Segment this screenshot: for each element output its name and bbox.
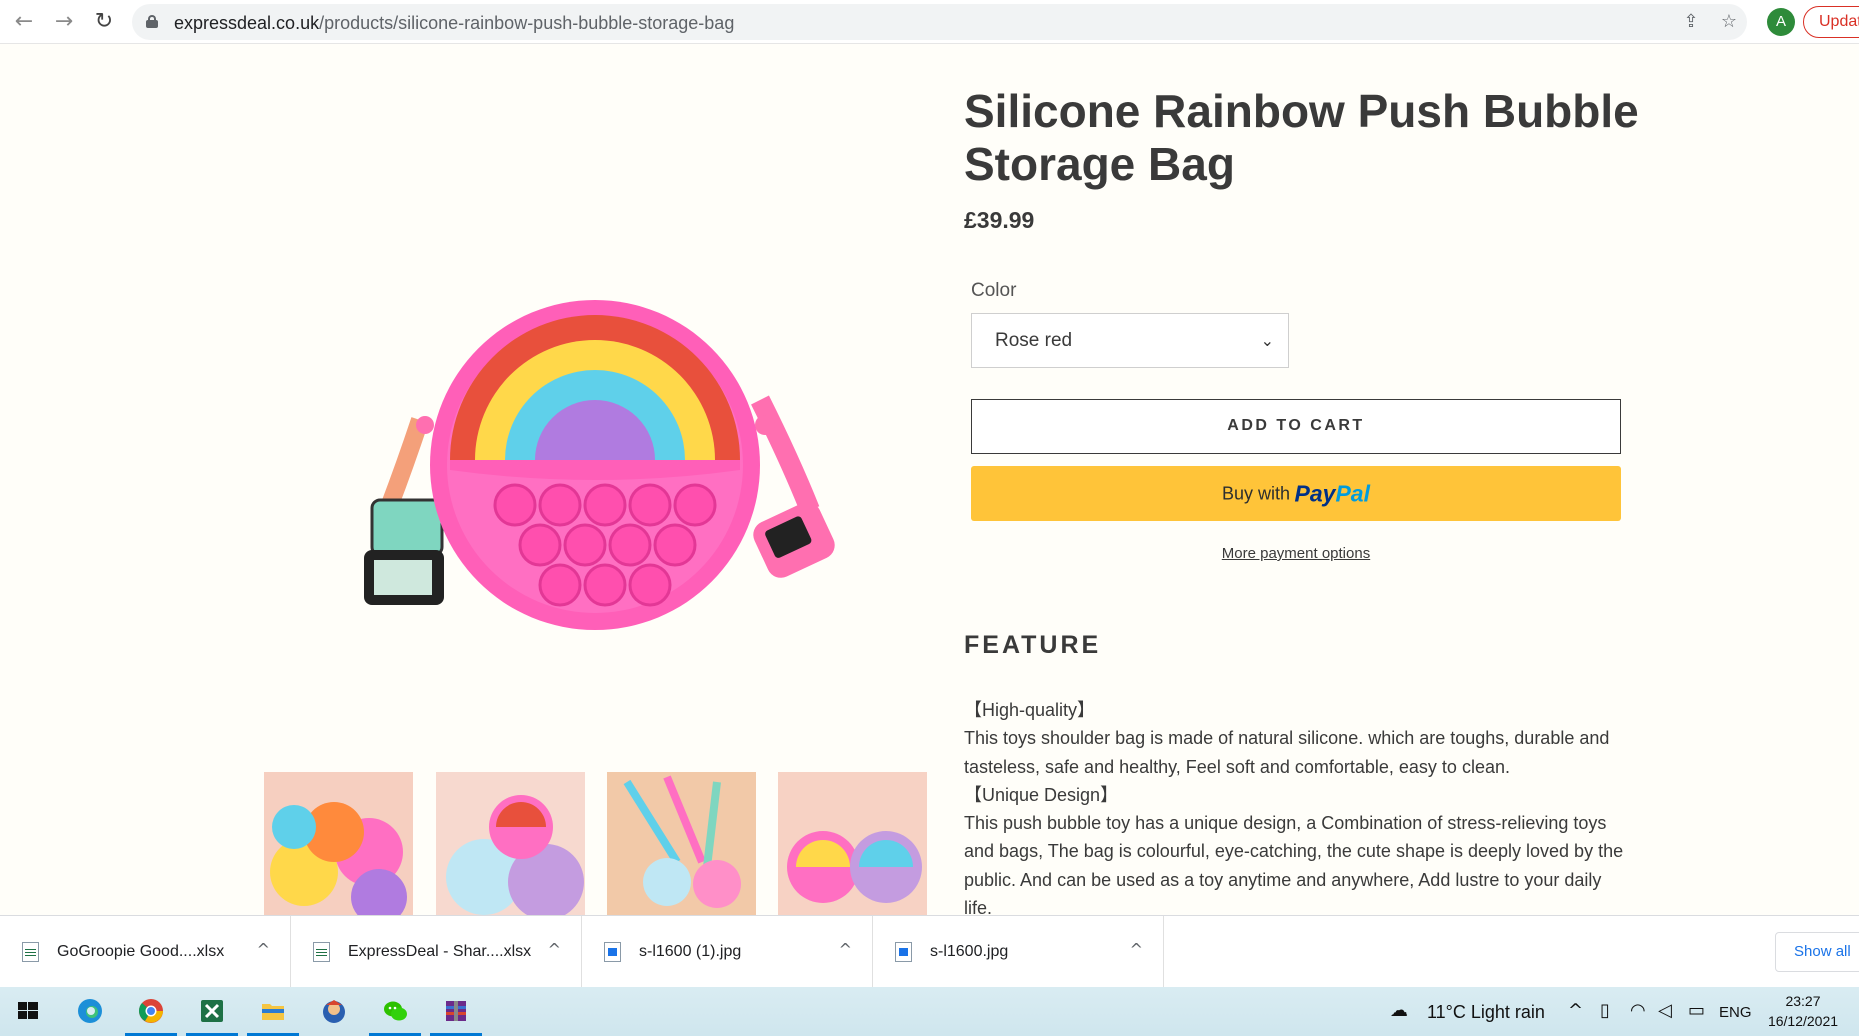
wechat-icon xyxy=(384,1001,407,1021)
update-button[interactable]: Updat xyxy=(1803,6,1859,38)
product-main-image[interactable] xyxy=(340,280,840,650)
add-to-cart-button[interactable]: ADD TO CART xyxy=(971,399,1621,454)
folder-icon xyxy=(262,1004,284,1020)
url-host: expressdeal.co.uk xyxy=(174,13,320,33)
rainbow-bubble-bag-illustration xyxy=(364,300,835,630)
product-thumbnail[interactable] xyxy=(778,772,927,915)
taskbar-winrar[interactable] xyxy=(428,987,484,1036)
color-label: Color xyxy=(971,280,1017,301)
address-bar[interactable]: expressdeal.co.uk/products/silicone-rain… xyxy=(132,4,1747,40)
taskbar-wechat[interactable] xyxy=(367,987,423,1036)
product-title: Silicone Rainbow Push Bubble Storage Bag xyxy=(964,85,1639,190)
paypal-logo-pay: Pay xyxy=(1294,480,1336,507)
wifi-icon[interactable]: ◠ xyxy=(1630,1000,1646,1021)
description-heading-design: 【Unique Design】 xyxy=(964,784,1119,805)
chevron-down-icon: ⌄ xyxy=(1260,331,1274,350)
taskbar: ☁ 11°C Light rain ^ ▯ ◠ ◁ ▭ ENG 23:27 16… xyxy=(0,987,1859,1036)
color-select[interactable]: Rose red ⌄ xyxy=(971,313,1289,368)
chrome-icon xyxy=(138,999,163,1023)
character-app-icon xyxy=(323,1000,345,1023)
download-filename: s-l1600.jpg xyxy=(930,943,1009,960)
thumbnail-image xyxy=(778,772,927,915)
battery-icon[interactable]: ▭ xyxy=(1688,1000,1705,1021)
thumbnail-image xyxy=(436,772,585,915)
thumbnail-image xyxy=(264,772,413,915)
paypal-logo-pal: Pal xyxy=(1335,480,1370,507)
language-indicator[interactable]: ENG xyxy=(1719,1004,1752,1021)
volume-icon[interactable]: ◁ xyxy=(1658,1000,1672,1021)
url-path: /products/silicone-rainbow-push-bubble-s… xyxy=(319,13,735,33)
usb-device-icon[interactable]: ▯ xyxy=(1600,1000,1610,1021)
download-item[interactable]: s-l1600.jpg ^ xyxy=(873,916,1164,988)
clock-date: 16/12/2021 xyxy=(1767,1013,1839,1029)
taskbar-chrome[interactable] xyxy=(123,987,179,1036)
profile-avatar[interactable]: A xyxy=(1767,8,1795,36)
feature-heading: FEATURE xyxy=(964,631,1102,659)
weather-text[interactable]: 11°C Light rain xyxy=(1427,1002,1545,1023)
weather-rain-icon[interactable]: ☁ xyxy=(1390,1000,1408,1021)
share-icon[interactable]: ⇪ xyxy=(1679,10,1703,34)
bookmark-star-icon[interactable]: ☆ xyxy=(1717,10,1741,34)
spreadsheet-file-icon xyxy=(313,942,330,962)
chevron-up-icon[interactable]: ^ xyxy=(1130,940,1143,959)
product-description: 【High-quality】 This toys shoulder bag is… xyxy=(964,696,1624,922)
start-button[interactable] xyxy=(0,987,56,1036)
windows-logo-icon xyxy=(18,1002,38,1019)
back-arrow-icon[interactable]: ← xyxy=(10,8,38,36)
chevron-up-icon[interactable]: ^ xyxy=(548,940,561,959)
edge-icon xyxy=(78,999,102,1023)
spreadsheet-file-icon xyxy=(22,942,39,962)
reload-icon[interactable]: ↻ xyxy=(90,8,118,36)
paypal-button[interactable]: Buy with PayPal xyxy=(971,466,1621,521)
taskbar-app[interactable] xyxy=(306,987,362,1036)
product-price: £39.99 xyxy=(964,207,1035,233)
image-file-icon xyxy=(895,942,912,962)
paypal-prefix: Buy with xyxy=(1222,483,1291,504)
download-shelf: GoGroopie Good....xlsx ^ ExpressDeal - S… xyxy=(0,915,1859,988)
color-select-value: Rose red xyxy=(995,330,1073,351)
excel-icon xyxy=(201,1000,223,1022)
product-thumbnail[interactable] xyxy=(264,772,413,915)
chevron-up-icon[interactable]: ^ xyxy=(257,940,270,959)
show-all-downloads-button[interactable]: Show all xyxy=(1775,932,1859,972)
description-paragraph: This push bubble toy has a unique design… xyxy=(964,813,1624,919)
download-filename: s-l1600 (1).jpg xyxy=(639,943,742,960)
product-thumbnail[interactable] xyxy=(607,772,756,915)
product-thumbnail[interactable] xyxy=(436,772,585,915)
url-text[interactable]: expressdeal.co.uk/products/silicone-rain… xyxy=(174,13,734,34)
browser-toolbar: ← → ↻ expressdeal.co.uk/products/silicon… xyxy=(0,0,1859,44)
download-item[interactable]: ExpressDeal - Shar....xlsx ^ xyxy=(291,916,582,988)
image-file-icon xyxy=(604,942,621,962)
archive-icon xyxy=(446,1001,466,1021)
chevron-up-icon[interactable]: ^ xyxy=(839,940,852,959)
download-filename: GoGroopie Good....xlsx xyxy=(57,943,225,960)
taskbar-excel[interactable] xyxy=(184,987,240,1036)
description-paragraph: This toys shoulder bag is made of natura… xyxy=(964,728,1610,777)
description-heading-quality: 【High-quality】 xyxy=(964,700,1096,720)
forward-arrow-icon[interactable]: → xyxy=(50,8,78,36)
download-item[interactable]: s-l1600 (1).jpg ^ xyxy=(582,916,873,988)
lock-icon[interactable] xyxy=(146,15,158,28)
clock-time: 23:27 xyxy=(1785,993,1821,1009)
thumbnail-image xyxy=(607,772,756,915)
chevron-up-icon[interactable]: ^ xyxy=(1568,1000,1583,1021)
taskbar-file-explorer[interactable] xyxy=(245,987,301,1036)
download-item[interactable]: GoGroopie Good....xlsx ^ xyxy=(0,916,291,988)
more-payment-options-link[interactable]: More payment options xyxy=(971,545,1621,562)
system-clock[interactable]: 23:27 16/12/2021 xyxy=(1763,991,1843,1031)
download-filename: ExpressDeal - Shar....xlsx xyxy=(348,943,532,960)
taskbar-edge[interactable] xyxy=(62,987,118,1036)
